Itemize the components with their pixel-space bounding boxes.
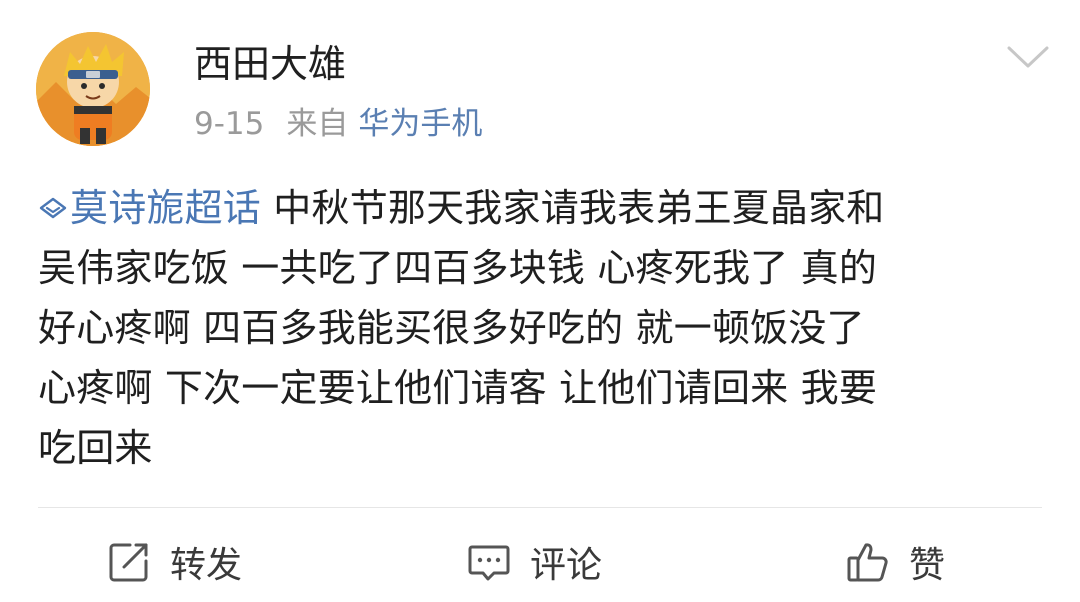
source-device-link[interactable]: 华为手机 — [358, 106, 482, 142]
action-bar: 转发 评论 赞 — [0, 530, 1080, 594]
topic-label[interactable]: 莫诗旎超话 — [70, 186, 261, 230]
username[interactable]: 西田大雄 — [194, 40, 346, 88]
comment-button[interactable]: 评论 — [466, 530, 602, 594]
source-prefix: 来自 — [286, 106, 349, 142]
repost-button[interactable]: 转发 — [106, 530, 242, 594]
divider — [38, 507, 1042, 508]
repost-icon — [106, 539, 152, 585]
repost-label: 转发 — [170, 545, 243, 586]
avatar[interactable] — [36, 32, 150, 146]
topic-link[interactable]: 莫诗旎超话 — [38, 186, 261, 230]
thumbs-up-icon — [845, 539, 891, 585]
like-button[interactable]: 赞 — [845, 530, 945, 594]
chevron-down-icon[interactable] — [1006, 44, 1050, 72]
comment-icon — [466, 539, 512, 585]
post-line-3: 好心疼啊 四百多我能买很多好吃的 就一顿饭没了 — [38, 306, 865, 350]
post-line-5: 吃回来 — [38, 426, 153, 470]
post-line-1-text: 中秋节那天我家请我表弟王夏晶家和 — [261, 186, 885, 230]
post-date: 9-15 — [194, 106, 265, 142]
post-line-2: 吴伟家吃饭 一共吃了四百多块钱 心疼死我了 真的 — [38, 246, 878, 290]
post-line-4: 心疼啊 下次一定要让他们请客 让他们请回来 我要 — [38, 366, 878, 410]
diamond-topic-icon — [38, 196, 68, 220]
comment-label: 评论 — [530, 545, 603, 586]
post-line-1: 莫诗旎超话 中秋节那天我家请我表弟王夏晶家和 — [38, 178, 1048, 238]
like-label: 赞 — [909, 545, 946, 586]
post-text: 莫诗旎超话 中秋节那天我家请我表弟王夏晶家和 吴伟家吃饭 一共吃了四百多块钱 心… — [38, 178, 1048, 478]
post-meta: 9-15 来自 华为手机 — [194, 104, 482, 144]
